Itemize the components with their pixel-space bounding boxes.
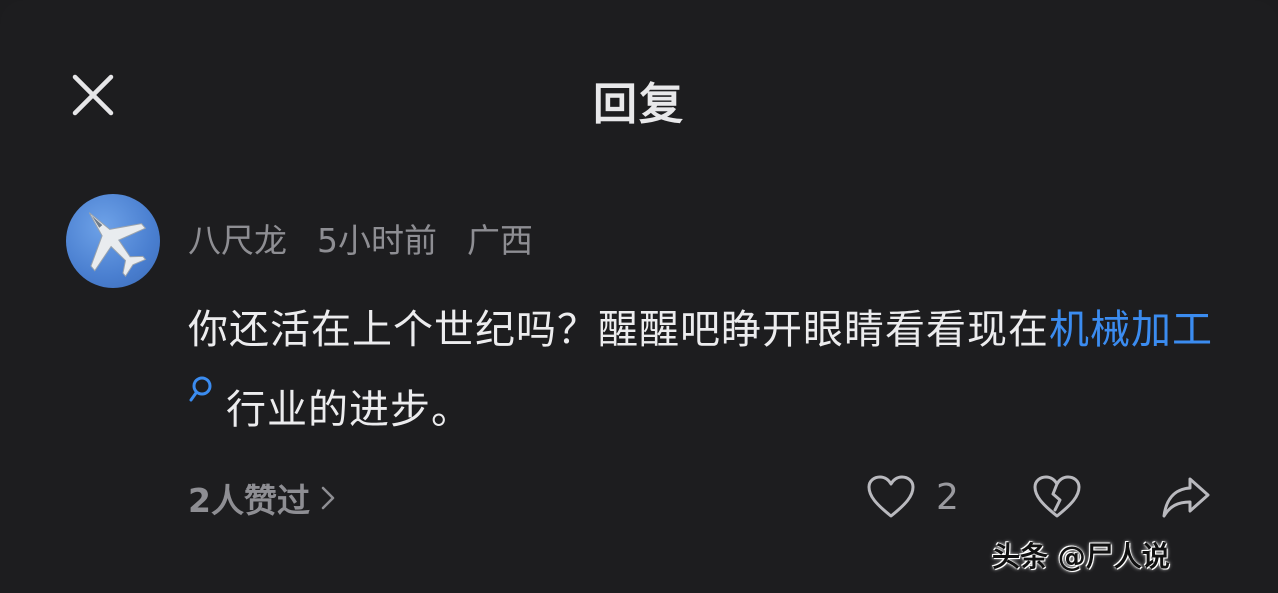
page-title: 回复 <box>593 79 685 130</box>
heart-icon <box>867 475 915 518</box>
watermark: 头条 @尸人说 <box>992 534 1260 576</box>
avatar[interactable] <box>66 194 160 288</box>
likes-summary-label: 2人赞过 <box>188 481 310 520</box>
broken-heart-icon <box>1033 475 1081 518</box>
search-link[interactable]: 机械加工 <box>1049 307 1213 353</box>
chevron-right-icon <box>321 486 335 510</box>
comment-text: 你还活在上个世纪吗？醒醒吧睁开眼睛看看现在机械加工行业的进步。 <box>188 290 1228 450</box>
comment-text-before: 你还活在上个世纪吗？醒醒吧睁开眼睛看看现在 <box>188 307 1049 353</box>
search-icon[interactable] <box>188 376 214 406</box>
watermark-text: 头条 @尸人说 <box>992 540 1170 573</box>
username[interactable]: 八尺龙 <box>188 214 287 262</box>
dislike-button[interactable] <box>1032 470 1082 524</box>
comment-text-after: 行业的进步。 <box>226 387 472 433</box>
likes-summary[interactable]: 2人赞过 <box>188 476 336 520</box>
location: 广西 <box>467 221 533 260</box>
like-button[interactable]: 2 <box>866 470 959 524</box>
share-button[interactable] <box>1160 470 1212 524</box>
reply-panel: 回复 八尺龙 5小时前 广西 你还活在上个世纪吗？醒醒吧睁开眼睛看看现在机械加工… <box>0 0 1278 593</box>
timestamp: 5小时前 <box>317 221 437 260</box>
like-count: 2 <box>936 476 959 518</box>
comment-meta: 八尺龙 5小时前 广西 <box>188 214 533 262</box>
fighter-jet-avatar <box>88 212 147 278</box>
share-arrow-icon <box>1162 477 1210 518</box>
